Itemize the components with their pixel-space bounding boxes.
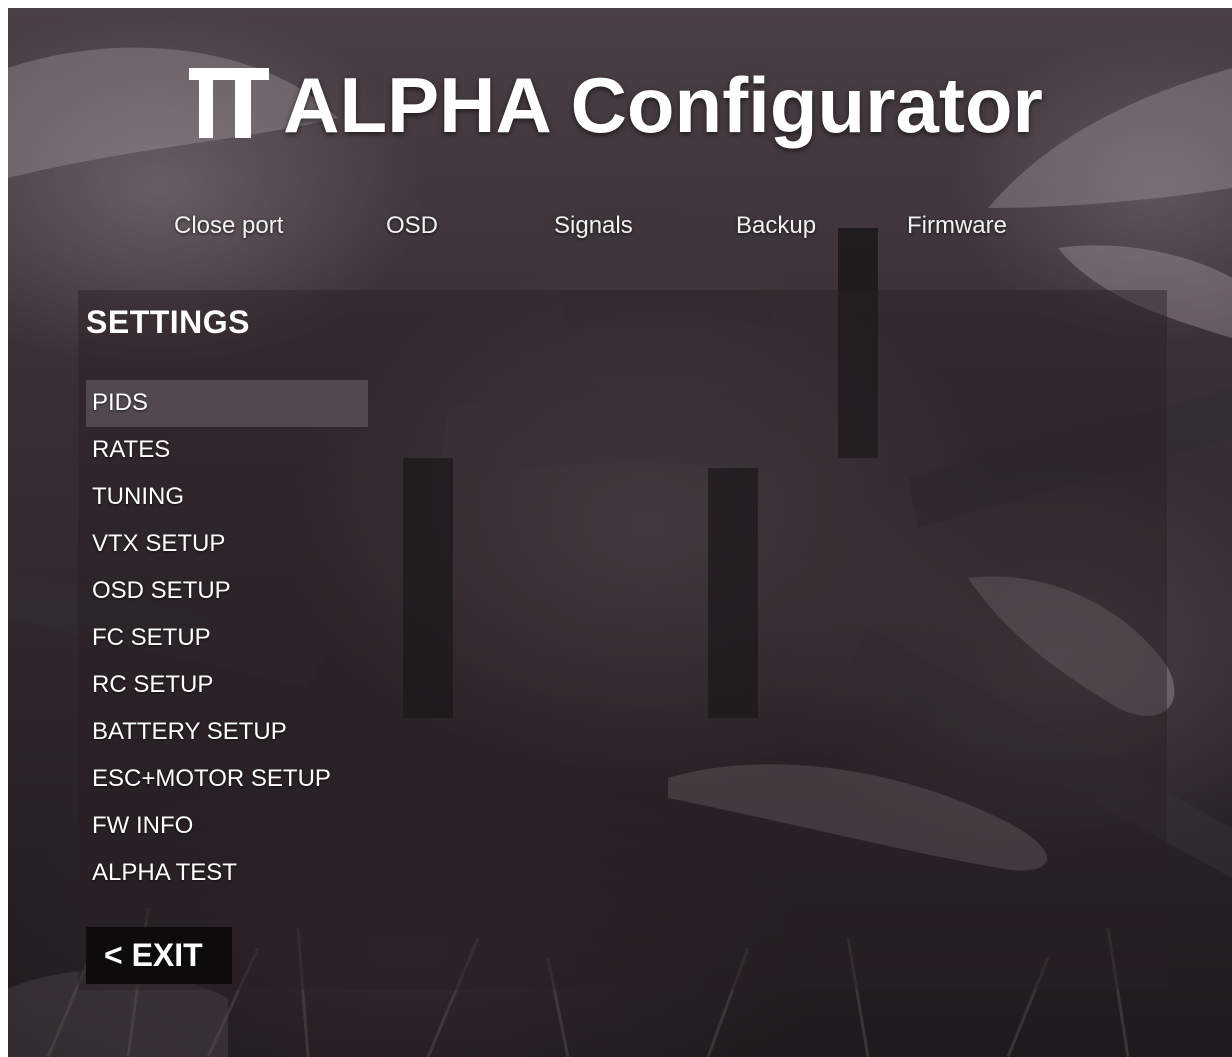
menu-item-alpha-test[interactable]: ALPHA TEST xyxy=(86,850,368,897)
menu-item-fw-info[interactable]: FW INFO xyxy=(86,803,368,850)
menu-item-tuning[interactable]: TUNING xyxy=(86,474,368,521)
exit-button[interactable]: < EXIT xyxy=(86,927,232,984)
app-title: ALPHA Configurator xyxy=(0,60,1232,151)
settings-panel: SETTINGS PIDS RATES TUNING VTX SETUP OSD… xyxy=(78,290,1167,990)
menu-item-battery-setup[interactable]: BATTERY SETUP xyxy=(86,709,368,756)
nav-backup[interactable]: Backup xyxy=(736,212,816,240)
nav-signals[interactable]: Signals xyxy=(554,212,633,240)
menu-item-rates[interactable]: RATES xyxy=(86,427,368,474)
menu-item-osd-setup[interactable]: OSD SETUP xyxy=(86,568,368,615)
settings-title: SETTINGS xyxy=(86,304,251,340)
app-title-text: ALPHA Configurator xyxy=(283,61,1043,149)
menu-item-pids[interactable]: PIDS xyxy=(86,380,368,427)
menu-item-vtx-setup[interactable]: VTX SETUP xyxy=(86,521,368,568)
settings-menu: PIDS RATES TUNING VTX SETUP OSD SETUP FC… xyxy=(86,380,368,897)
menu-item-esc-motor-setup[interactable]: ESC+MOTOR SETUP xyxy=(86,756,368,803)
nav-firmware[interactable]: Firmware xyxy=(907,212,1007,240)
menu-item-rc-setup[interactable]: RC SETUP xyxy=(86,662,368,709)
tt-logo-icon xyxy=(189,66,270,138)
top-nav: Close port OSD Signals Backup Firmware xyxy=(0,208,1232,248)
nav-osd[interactable]: OSD xyxy=(386,212,438,240)
nav-close-port[interactable]: Close port xyxy=(174,212,283,240)
menu-item-fc-setup[interactable]: FC SETUP xyxy=(86,615,368,662)
